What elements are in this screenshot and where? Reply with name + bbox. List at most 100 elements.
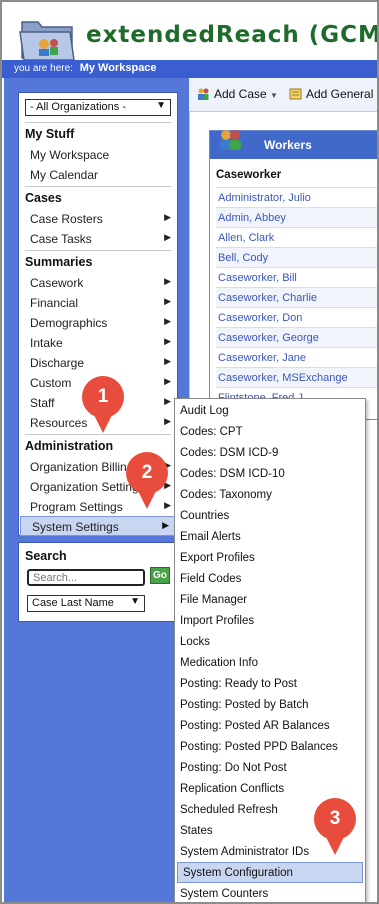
- sidebar-item-label: Resources: [30, 416, 88, 430]
- breadcrumb-current[interactable]: My Workspace: [80, 62, 157, 74]
- search-panel: Search Go Case Last Name ▼: [18, 542, 178, 622]
- sidebar-item-financial[interactable]: Financial ▶: [19, 293, 177, 313]
- note-icon: [289, 88, 302, 100]
- chevron-right-icon: ▶: [164, 316, 171, 326]
- sidebar-item-discharge[interactable]: Discharge ▶: [19, 353, 177, 373]
- add-case-button[interactable]: Add Case ▼: [197, 87, 278, 101]
- workers-title: Workers: [264, 138, 312, 152]
- organization-select-value: - All Organizations -: [30, 101, 126, 113]
- menu-item-countries[interactable]: Countries: [175, 506, 365, 527]
- step-callout-3: 3: [314, 798, 356, 840]
- menu-item-codes-dsm-icd-10[interactable]: Codes: DSM ICD-10: [175, 464, 365, 485]
- worker-row[interactable]: Bell, Cody: [216, 247, 377, 267]
- chevron-right-icon: ▶: [164, 232, 171, 242]
- workers-panel: Workers Caseworker Administrator, Julio …: [209, 130, 377, 420]
- menu-item-replication-conflicts[interactable]: Replication Conflicts: [175, 779, 365, 800]
- sidebar-item-label: Casework: [30, 276, 84, 290]
- worker-row[interactable]: Caseworker, Bill: [216, 267, 377, 287]
- sidebar-item-label: Intake: [30, 336, 63, 350]
- sidebar-item-system-settings[interactable]: System Settings ▶: [20, 516, 176, 536]
- add-general-label: Add General: [306, 87, 374, 101]
- worker-row[interactable]: Caseworker, MSExchange: [216, 367, 377, 387]
- go-button[interactable]: Go: [150, 567, 170, 584]
- callout-pointer: [94, 415, 112, 433]
- caseworker-column-header[interactable]: Caseworker: [216, 169, 281, 181]
- sidebar-item-label: Demographics: [30, 316, 108, 330]
- workers-header: Workers: [210, 130, 377, 159]
- search-input[interactable]: [27, 569, 145, 586]
- worker-row[interactable]: Caseworker, Charlie: [216, 287, 377, 307]
- divider: [25, 250, 171, 251]
- section-my-stuff: My Stuff: [25, 127, 75, 141]
- worker-row[interactable]: Administrator, Julio: [216, 187, 377, 207]
- divider: [25, 434, 171, 435]
- sidebar-item-label: Discharge: [30, 356, 85, 370]
- menu-item-codes-dsm-icd-9[interactable]: Codes: DSM ICD-9: [175, 443, 365, 464]
- menu-item-audit-log[interactable]: Audit Log: [175, 401, 365, 422]
- sidebar-item-label: Case Tasks: [30, 232, 92, 246]
- menu-item-export-profiles[interactable]: Export Profiles: [175, 548, 365, 569]
- menu-item-medication-info[interactable]: Medication Info: [175, 653, 365, 674]
- divider: [25, 122, 171, 123]
- toolbar: Add Case ▼ Add General: [189, 78, 377, 112]
- sidebar-item-my-workspace[interactable]: My Workspace: [19, 145, 177, 165]
- search-field-select[interactable]: Case Last Name ▼: [27, 595, 145, 612]
- menu-item-posting-ready-to-post[interactable]: Posting: Ready to Post: [175, 674, 365, 695]
- callout-pointer: [326, 837, 344, 855]
- worker-row[interactable]: Caseworker, Jane: [216, 347, 377, 367]
- chevron-right-icon: ▶: [164, 336, 171, 346]
- chevron-down-icon: ▼: [156, 100, 166, 111]
- sidebar-item-label: My Calendar: [30, 168, 99, 182]
- sidebar-item-case-tasks[interactable]: Case Tasks ▶: [19, 229, 177, 249]
- menu-item-codes-taxonomy[interactable]: Codes: Taxonomy: [175, 485, 365, 506]
- section-cases: Cases: [25, 191, 62, 205]
- sidebar-item-intake[interactable]: Intake ▶: [19, 333, 177, 353]
- app-title: extendedReach (GCM): [86, 22, 379, 48]
- sidebar-item-label: Organization Billing: [30, 460, 134, 474]
- menu-item-posting-do-not-post[interactable]: Posting: Do Not Post: [175, 758, 365, 779]
- app-window: extendedReach (GCM) you are here: My Wor…: [0, 0, 379, 904]
- sidebar-item-label: Program Settings: [30, 500, 123, 514]
- chevron-right-icon: ▶: [164, 296, 171, 306]
- chevron-right-icon: ▶: [164, 212, 171, 222]
- menu-item-field-codes[interactable]: Field Codes: [175, 569, 365, 590]
- menu-item-locks[interactable]: Locks: [175, 632, 365, 653]
- add-case-label: Add Case: [214, 87, 267, 101]
- organization-select[interactable]: - All Organizations - ▼: [25, 99, 171, 116]
- chevron-right-icon: ▶: [164, 416, 171, 426]
- sidebar-item-casework[interactable]: Casework ▶: [19, 273, 177, 293]
- sidebar-item-label: System Settings: [32, 520, 119, 534]
- worker-row[interactable]: Allen, Clark: [216, 227, 377, 247]
- menu-item-posting-posted-ppd-balances[interactable]: Posting: Posted PPD Balances: [175, 737, 365, 758]
- menu-item-system-configuration[interactable]: System Configuration: [177, 862, 363, 883]
- menu-item-email-alerts[interactable]: Email Alerts: [175, 527, 365, 548]
- chevron-down-icon: ▼: [270, 91, 278, 100]
- sidebar-item-label: Case Rosters: [30, 212, 103, 226]
- worker-row[interactable]: Caseworker, Don: [216, 307, 377, 327]
- workers-icon: [220, 130, 241, 150]
- search-title: Search: [25, 549, 67, 563]
- sidebar-item-demographics[interactable]: Demographics ▶: [19, 313, 177, 333]
- worker-row[interactable]: Caseworker, George: [216, 327, 377, 347]
- chevron-right-icon: ▶: [164, 500, 171, 510]
- worker-row[interactable]: Admin, Abbey: [216, 207, 377, 227]
- divider: [25, 186, 171, 187]
- breadcrumb: you are here: My Workspace: [2, 60, 377, 78]
- sidebar-item-label: Staff: [30, 396, 55, 410]
- menu-item-posting-posted-ar-balances[interactable]: Posting: Posted AR Balances: [175, 716, 365, 737]
- menu-item-file-manager[interactable]: File Manager: [175, 590, 365, 611]
- add-general-button[interactable]: Add General: [289, 87, 373, 101]
- chevron-right-icon: ▶: [164, 396, 171, 406]
- folder-people-icon: [19, 21, 75, 61]
- sidebar-item-label: Financial: [30, 296, 79, 310]
- chevron-down-icon: ▼: [130, 596, 140, 607]
- chevron-right-icon: ▶: [164, 376, 171, 386]
- menu-item-posting-posted-by-batch[interactable]: Posting: Posted by Batch: [175, 695, 365, 716]
- step-callout-1: 1: [82, 376, 124, 418]
- menu-item-import-profiles[interactable]: Import Profiles: [175, 611, 365, 632]
- menu-item-system-counters[interactable]: System Counters: [175, 884, 365, 902]
- sidebar-item-case-rosters[interactable]: Case Rosters ▶: [19, 209, 177, 229]
- sidebar-item-my-calendar[interactable]: My Calendar: [19, 165, 177, 185]
- menu-item-codes-cpt[interactable]: Codes: CPT: [175, 422, 365, 443]
- search-field-value: Case Last Name: [32, 597, 114, 609]
